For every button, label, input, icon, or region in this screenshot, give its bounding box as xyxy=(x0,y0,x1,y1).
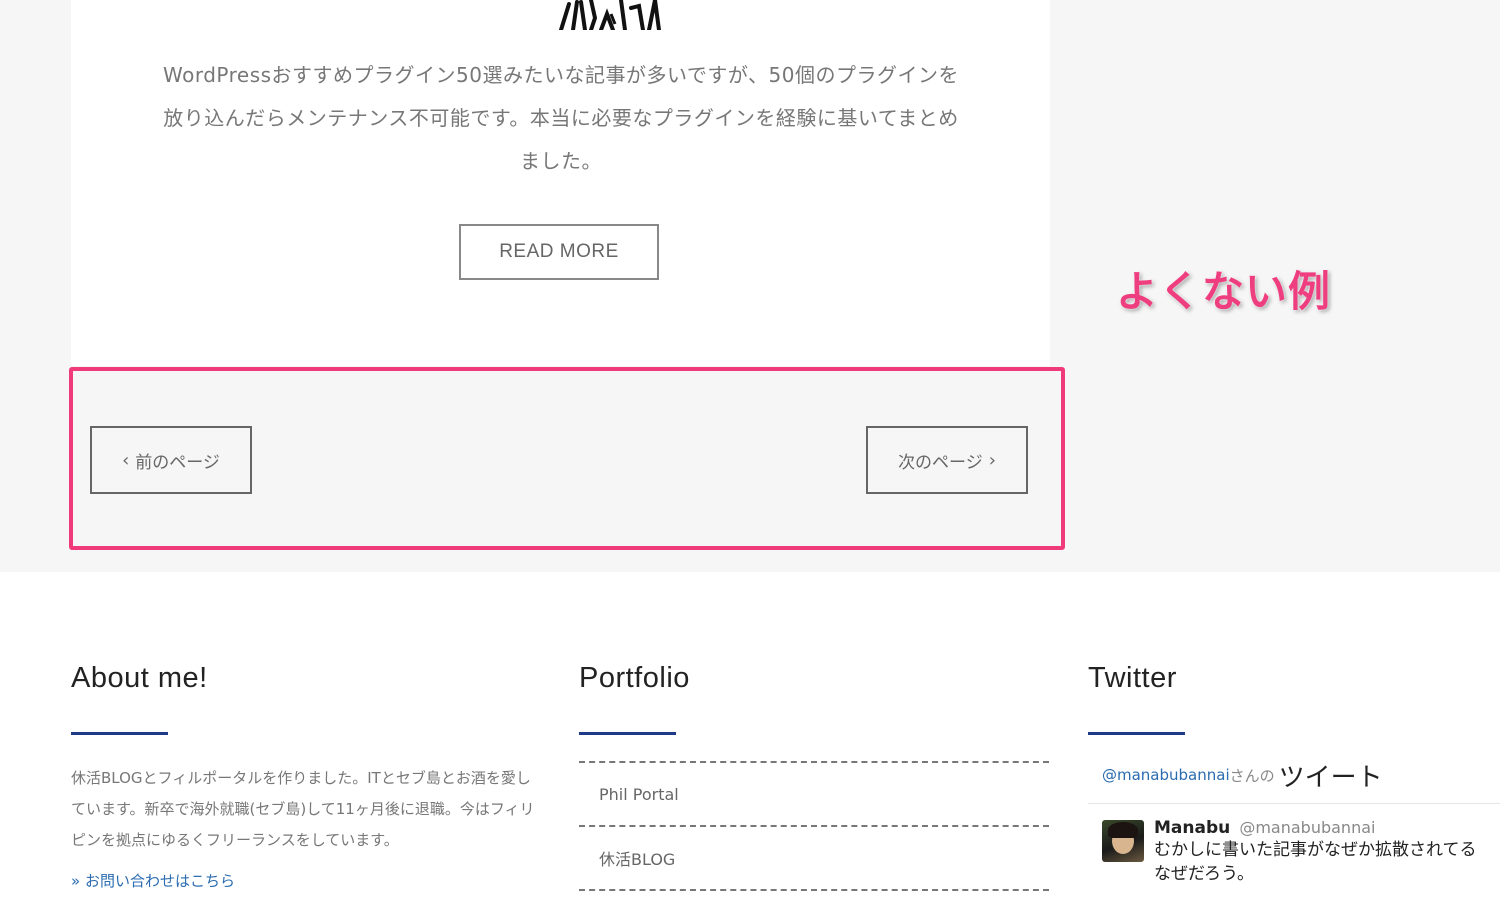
portfolio-item-label: 休活BLOG xyxy=(599,850,676,869)
bad-example-label: よくない例 xyxy=(1116,267,1332,316)
twitter-header-tweets: ツイート xyxy=(1278,762,1383,793)
twitter-header-suffix: さんの xyxy=(1229,766,1275,785)
contact-link[interactable]: » お問い合わせはこちら xyxy=(71,870,541,891)
portfolio-item-kyukatsu-blog[interactable]: 休活BLOG xyxy=(579,825,1049,889)
tweet-body: Manabu @manabubannai むかしに書いた記事がなぜか拡散されてる… xyxy=(1154,818,1500,886)
footer-about: About me! 休活BLOGとフィルポータルを作りました。ITとセブ島とお酒… xyxy=(71,640,541,891)
twitter-header-handle[interactable]: @manabubannai xyxy=(1102,766,1230,784)
highlight-box xyxy=(69,367,1065,550)
title-underline xyxy=(71,732,168,735)
portfolio-title: Portfolio xyxy=(579,662,690,694)
twitter-widget-header: @manabubannai さんの ツイート xyxy=(1088,755,1500,804)
portfolio-list: Phil Portal 休活BLOG xyxy=(579,761,1049,891)
footer-twitter: Twitter @manabubannai さんの ツイート Manabu @m… xyxy=(1088,640,1500,898)
excerpt-line: ました。 xyxy=(520,149,602,173)
list-divider xyxy=(579,889,1049,891)
about-text: 休活BLOGとフィルポータルを作りました。ITとセブ島とお酒を愛しています。新卒… xyxy=(71,769,535,849)
title-underline xyxy=(579,732,676,735)
portfolio-item-phil-portal[interactable]: Phil Portal xyxy=(579,761,1049,825)
about-title: About me! xyxy=(71,662,208,694)
title-underline xyxy=(1088,732,1185,735)
excerpt-line: WordPressおすすめプラグイン50選みたいな記事が多いですが、50個のプラ… xyxy=(163,63,959,87)
tweet-author-name[interactable]: Manabu xyxy=(1154,818,1230,838)
tweet-item[interactable]: Manabu @manabubannai むかしに書いた記事がなぜか拡散されてる… xyxy=(1088,818,1500,898)
post-excerpt: WordPressおすすめプラグイン50選みたいな記事が多いですが、50個のプラ… xyxy=(121,54,1001,183)
content-area: WordPressおすすめプラグイン50選みたいな記事が多いですが、50個のプラ… xyxy=(0,0,1500,572)
tweet-text-line: なぜだろう。 xyxy=(1154,864,1254,884)
footer-portfolio: Portfolio Phil Portal 休活BLOG xyxy=(579,640,1049,891)
read-more-button[interactable]: READ MORE xyxy=(459,224,659,280)
portfolio-item-label: Phil Portal xyxy=(599,784,679,804)
post-card: WordPressおすすめプラグイン50選みたいな記事が多いですが、50個のプラ… xyxy=(71,0,1050,366)
tweet-author-handle[interactable]: @manabubannai xyxy=(1239,818,1375,837)
page: WordPressおすすめプラグイン50選みたいな記事が多いですが、50個のプラ… xyxy=(0,0,1500,904)
post-illustration xyxy=(559,0,661,30)
avatar[interactable] xyxy=(1102,820,1144,862)
excerpt-line: 放り込んだらメンテナンス不可能です。本当に必要なプラグインを経験に基いてまとめ xyxy=(163,106,959,130)
tweet-text-line: むかしに書いた記事がなぜか拡散されてる xyxy=(1154,840,1477,860)
twitter-title: Twitter xyxy=(1088,662,1177,694)
